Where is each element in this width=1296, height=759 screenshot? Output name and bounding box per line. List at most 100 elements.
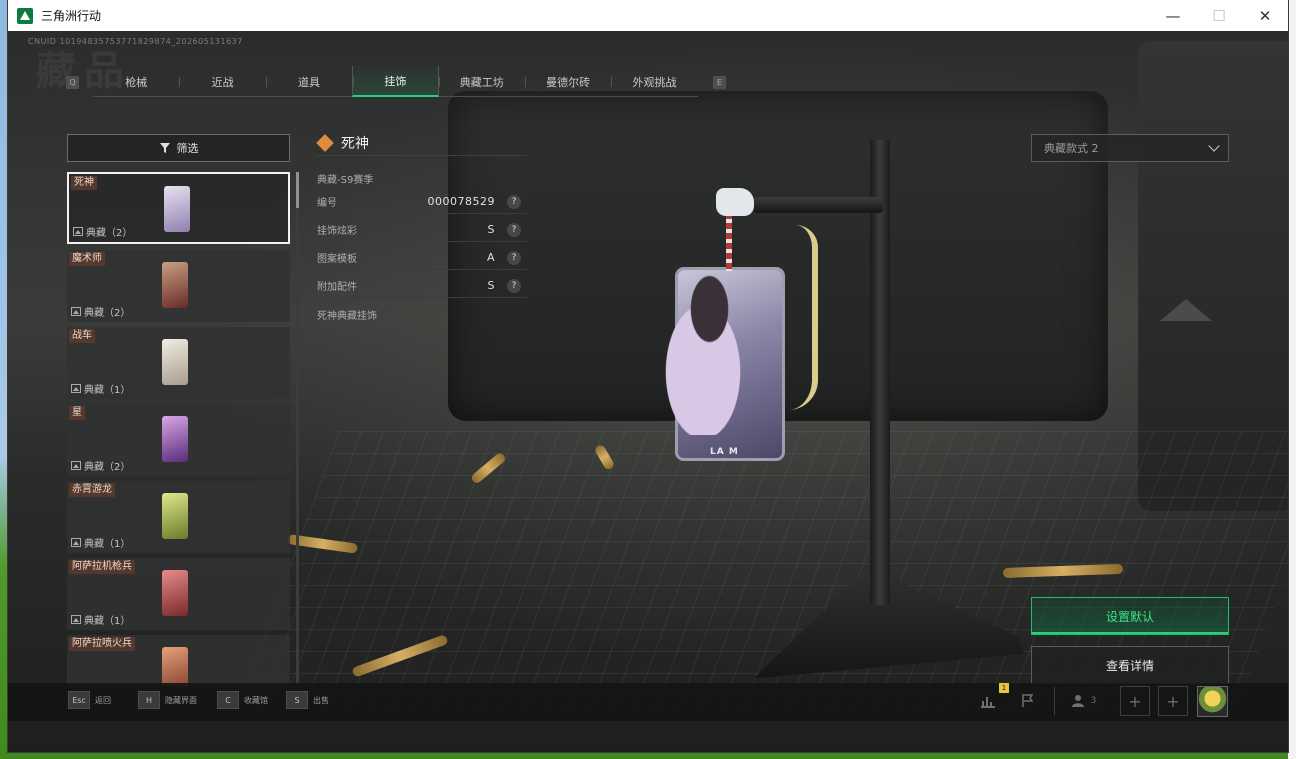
friends-button[interactable]: 3 bbox=[1064, 683, 1104, 719]
list-item[interactable]: 魔术师 典藏（2） bbox=[67, 250, 290, 322]
flag-icon[interactable] bbox=[1014, 683, 1042, 719]
image-icon bbox=[71, 615, 81, 624]
tab-prev-key[interactable]: Q bbox=[66, 76, 79, 89]
friends-icon bbox=[1071, 695, 1084, 707]
row-label: 挂饰炫彩 bbox=[317, 226, 357, 237]
image-icon bbox=[73, 227, 83, 236]
tab-appearance-challenge[interactable]: 外观挑战 bbox=[611, 66, 697, 97]
tab-melee[interactable]: 近战 bbox=[179, 66, 265, 97]
item-name: 赤霄游龙 bbox=[69, 483, 115, 497]
hint-key: C bbox=[217, 691, 239, 709]
tab-mandel-brick[interactable]: 曼德尔砖 bbox=[524, 66, 611, 97]
hint-key: Esc bbox=[68, 691, 90, 709]
item-name: 魔术师 bbox=[69, 252, 105, 266]
item-name: 阿萨拉喷火兵 bbox=[69, 637, 135, 651]
list-scrollbar-track[interactable] bbox=[296, 172, 299, 686]
hint-hide-ui[interactable]: H 隐藏界面 bbox=[138, 691, 197, 709]
filter-label: 筛选 bbox=[176, 142, 199, 155]
item-rarity: 典藏（1） bbox=[84, 385, 131, 396]
friends-count: 3 bbox=[1090, 696, 1097, 706]
filter-button[interactable]: 筛选 bbox=[67, 134, 290, 162]
tab-collection-workshop[interactable]: 典藏工坊 bbox=[438, 66, 525, 97]
game-window: 三角洲行动 — ☐ ✕ 藏品 CNUID 1019483575377182987… bbox=[8, 0, 1288, 752]
add-teammate-button[interactable]: + bbox=[1120, 686, 1150, 716]
scythe-decoration bbox=[788, 225, 818, 410]
app-logo-icon bbox=[17, 7, 33, 24]
image-icon bbox=[71, 538, 81, 547]
crate-arrow-decoration bbox=[1160, 299, 1212, 321]
tab-items[interactable]: 道具 bbox=[265, 66, 352, 97]
filter-icon bbox=[159, 143, 170, 153]
detail-row-colorway: 挂饰炫彩 S ? bbox=[317, 218, 527, 242]
avatar[interactable] bbox=[1197, 686, 1228, 717]
window-title: 三角洲行动 bbox=[41, 9, 102, 23]
list-item[interactable]: 赤霄游龙 典藏（1） bbox=[67, 481, 290, 553]
detail-row-attachment: 附加配件 S ? bbox=[317, 274, 527, 298]
style-select[interactable]: 典藏款式 2 bbox=[1031, 134, 1229, 162]
charm-preview[interactable]: LA M bbox=[628, 185, 828, 480]
bottom-bar: Esc 返回 H 隐藏界面 C 收藏馆 S 出售 1 3 + + bbox=[8, 683, 1288, 721]
hint-back[interactable]: Esc 返回 bbox=[68, 691, 111, 709]
view-detail-button[interactable]: 查看详情 bbox=[1031, 646, 1229, 684]
user-uid: CNUID 10194835753771829874_202605131637 bbox=[28, 37, 243, 46]
close-button[interactable]: ✕ bbox=[1242, 0, 1288, 31]
hint-collection[interactable]: C 收藏馆 bbox=[217, 691, 268, 709]
hint-label: 返回 bbox=[95, 695, 111, 705]
item-name: 战车 bbox=[69, 329, 95, 343]
tab-guns[interactable]: 枪械 bbox=[93, 66, 179, 97]
detail-row-serial: 编号 000078529 ? bbox=[317, 190, 527, 214]
detail-title: 死神 bbox=[341, 135, 369, 152]
help-icon[interactable]: ? bbox=[507, 222, 521, 237]
card-label: LA M bbox=[710, 447, 739, 457]
hint-label: 隐藏界面 bbox=[165, 695, 197, 705]
category-tabs: 枪械 近战 道具 挂饰 典藏工坊 曼德尔砖 外观挑战 bbox=[93, 66, 698, 97]
hint-key: S bbox=[286, 691, 308, 709]
item-rarity: 典藏（2） bbox=[86, 228, 133, 239]
row-label: 编号 bbox=[317, 198, 337, 209]
image-icon bbox=[71, 307, 81, 316]
row-value: A bbox=[486, 251, 495, 264]
row-value: S bbox=[487, 223, 495, 236]
flag-glyph bbox=[1022, 694, 1034, 707]
item-thumbnail bbox=[164, 186, 190, 232]
hint-sell[interactable]: S 出售 bbox=[286, 691, 329, 709]
list-item[interactable]: 战车 典藏（1） bbox=[67, 327, 290, 399]
image-icon bbox=[71, 384, 81, 393]
item-thumbnail bbox=[162, 339, 188, 385]
detail-row-pattern: 图案模板 A ? bbox=[317, 246, 527, 270]
hint-label: 收藏馆 bbox=[244, 695, 268, 705]
skeleton-hand bbox=[716, 188, 754, 216]
help-icon[interactable]: ? bbox=[507, 250, 521, 265]
list-item[interactable]: 死神 典藏（2） bbox=[67, 172, 290, 244]
tab-next-key[interactable]: E bbox=[713, 76, 726, 89]
image-icon bbox=[71, 461, 81, 470]
rarity-diamond-icon bbox=[316, 133, 334, 152]
row-label: 附加配件 bbox=[317, 282, 357, 293]
tab-charms[interactable]: 挂饰 bbox=[352, 66, 439, 97]
reaper-figure bbox=[638, 255, 768, 435]
stats-icon[interactable] bbox=[974, 683, 1002, 719]
maximize-button[interactable]: ☐ bbox=[1196, 0, 1242, 31]
row-value: 000078529 bbox=[427, 195, 495, 208]
minimize-button[interactable]: — bbox=[1150, 0, 1196, 31]
item-thumbnail bbox=[162, 570, 188, 616]
list-item[interactable]: 阿萨拉喷火兵 bbox=[67, 635, 290, 686]
detail-description: 死神典藏挂饰 bbox=[317, 310, 377, 322]
help-icon[interactable]: ? bbox=[507, 194, 521, 209]
add-teammate-button[interactable]: + bbox=[1158, 686, 1188, 716]
item-thumbnail bbox=[162, 647, 188, 686]
chevron-down-icon bbox=[1208, 140, 1220, 152]
help-icon[interactable]: ? bbox=[507, 278, 521, 293]
row-value: S bbox=[487, 279, 495, 292]
charm-detail-panel: 死神 典藏-S9赛季 编号 000078529 ? 挂饰炫彩 S ? 图案模板 … bbox=[316, 130, 527, 322]
item-rarity: 典藏（2） bbox=[84, 462, 131, 473]
set-default-button[interactable]: 设置默认 bbox=[1031, 597, 1229, 635]
list-item[interactable]: 星 典藏（2） bbox=[67, 404, 290, 476]
item-rarity: 典藏（2） bbox=[84, 308, 131, 319]
level-tag: 1 bbox=[999, 683, 1009, 693]
hint-label: 出售 bbox=[313, 695, 329, 705]
detail-season: 典藏-S9赛季 bbox=[317, 174, 374, 186]
list-scrollbar-thumb[interactable] bbox=[296, 172, 299, 208]
list-item[interactable]: 阿萨拉机枪兵 典藏（1） bbox=[67, 558, 290, 630]
item-thumbnail bbox=[162, 493, 188, 539]
